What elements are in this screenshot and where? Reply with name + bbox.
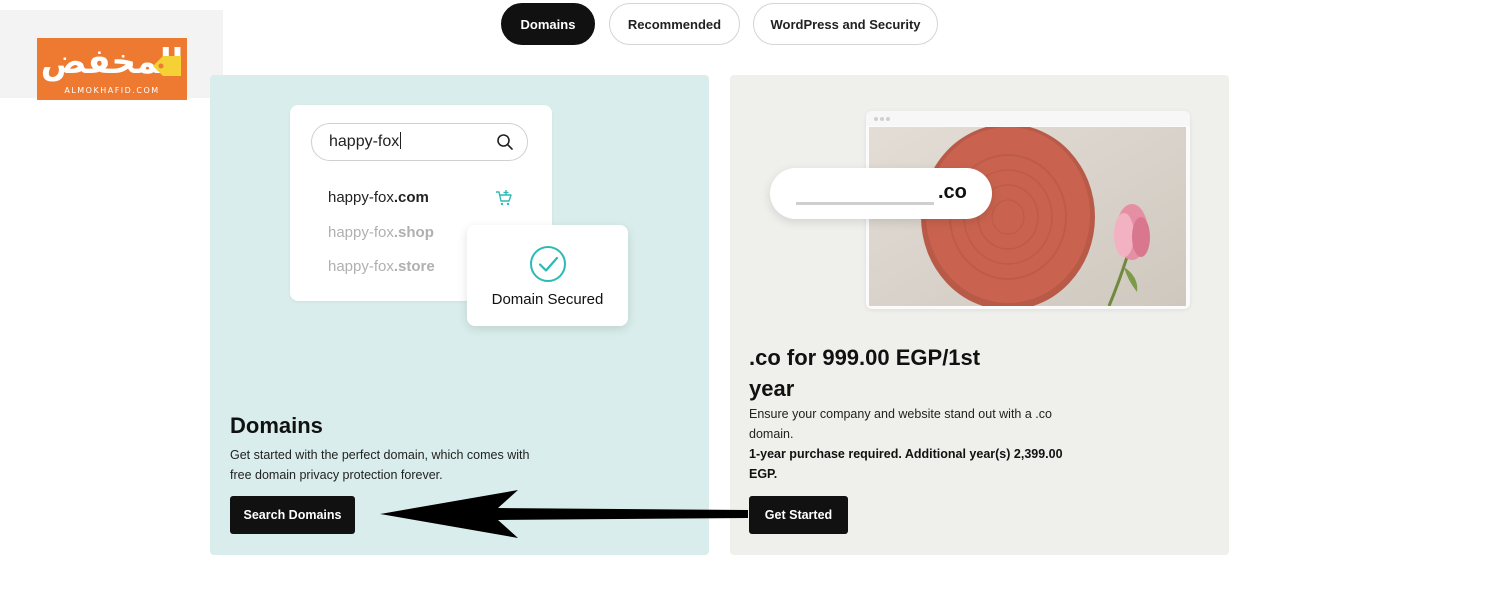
domain-result-shop: happy-fox.shop	[328, 224, 434, 241]
annotation-arrow-icon	[380, 490, 748, 538]
browser-toolbar	[866, 111, 1190, 126]
co-domain-card: .co .co for 999.00 EGP/1st year Ensure y…	[730, 75, 1229, 555]
price-tag-icon	[153, 56, 181, 76]
search-domains-button[interactable]: Search Domains	[230, 496, 355, 534]
site-logo: المخفض ALMOKHAFID.COM	[0, 10, 223, 100]
domain-placeholder-line	[796, 202, 934, 205]
window-dot	[874, 117, 878, 121]
logo-latin-text: ALMOKHAFID.COM	[64, 86, 160, 95]
co-offer-title: .co for 999.00 EGP/1st year	[749, 345, 981, 401]
check-circle-icon	[530, 246, 566, 282]
domains-title: Domains	[230, 413, 323, 438]
co-tld-label: .co	[938, 181, 967, 203]
tab-domains[interactable]: Domains	[501, 3, 595, 45]
domain-result-com: happy-fox.com	[328, 189, 429, 206]
domains-description: Get started with the perfect domain, whi…	[230, 448, 530, 482]
tab-wordpress-security[interactable]: WordPress and Security	[753, 3, 938, 45]
window-dot	[886, 117, 890, 121]
domains-card: happy-fox happy-fox.com happy-fox.shop h…	[210, 75, 709, 555]
tab-recommended[interactable]: Recommended	[609, 3, 740, 45]
add-to-cart-icon	[496, 190, 512, 206]
search-value: happy-fox	[329, 133, 400, 150]
window-dot	[880, 117, 884, 121]
co-offer-description: Ensure your company and website stand ou…	[749, 407, 1052, 441]
domain-result-store: happy-fox.store	[328, 258, 435, 275]
logo-badge: المخفض ALMOKHAFID.COM	[37, 38, 187, 100]
domain-secured-badge: Domain Secured	[467, 225, 628, 326]
get-started-button[interactable]: Get Started	[749, 496, 848, 534]
co-offer-note: 1-year purchase required. Additional yea…	[749, 447, 1063, 481]
domain-secured-label: Domain Secured	[491, 291, 604, 308]
text-caret	[400, 132, 402, 149]
co-domain-pill: .co	[770, 168, 992, 219]
search-icon	[497, 134, 513, 150]
